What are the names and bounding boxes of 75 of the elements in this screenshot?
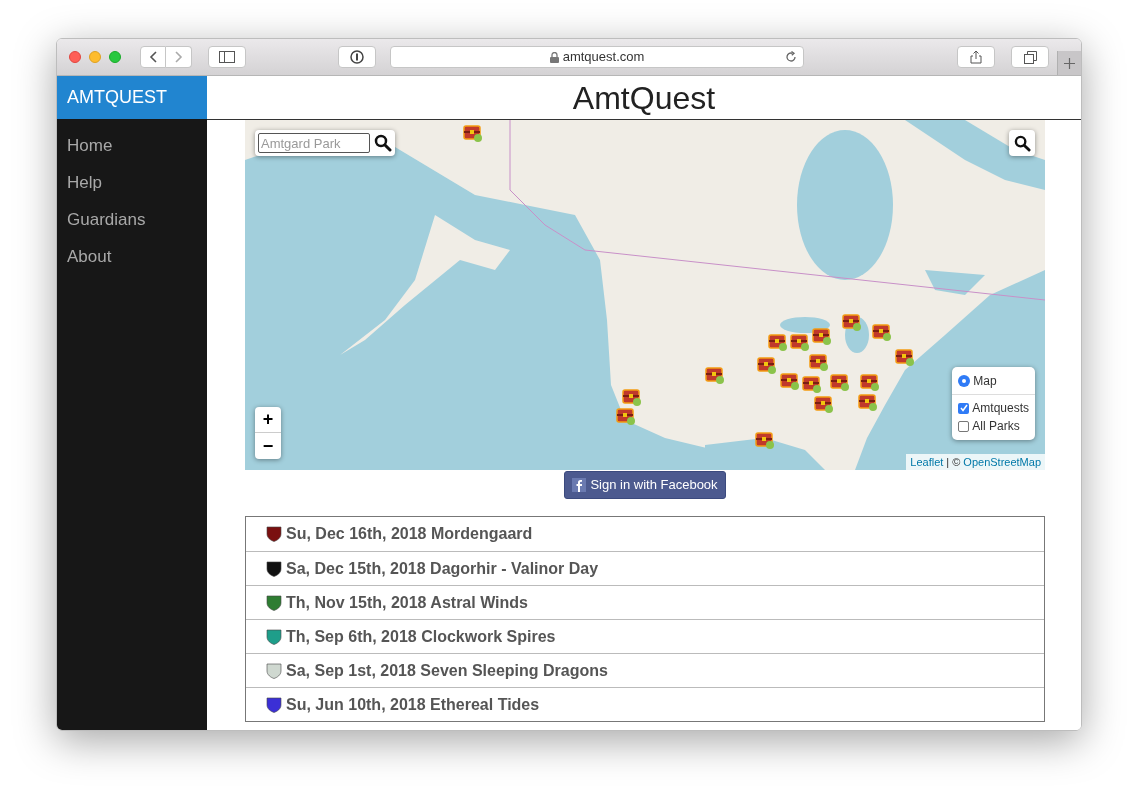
password-button[interactable] — [338, 46, 376, 68]
plus-icon — [1064, 57, 1075, 69]
chest-marker-icon[interactable] — [780, 373, 800, 391]
zoom-in-button[interactable]: + — [255, 407, 281, 433]
chest-marker-icon[interactable] — [872, 324, 892, 342]
search-button[interactable] — [1009, 130, 1035, 156]
overlay-checkbox[interactable]: Amtquests — [958, 399, 1029, 417]
chest-marker-icon[interactable] — [790, 334, 810, 352]
event-row[interactable]: Th, Nov 15th, 2018 Astral Winds — [246, 585, 1044, 619]
shield-icon — [266, 696, 282, 713]
chest-marker-icon[interactable] — [768, 334, 788, 352]
chest-marker-icon[interactable] — [802, 376, 822, 394]
shield-icon — [266, 628, 282, 645]
event-row[interactable]: Sa, Dec 15th, 2018 Dagorhir - Valinor Day — [246, 551, 1044, 585]
event-title: Sa, Sep 1st, 2018 Seven Sleeping Dragons — [286, 660, 608, 681]
chest-marker-icon[interactable] — [705, 367, 725, 385]
brand-link[interactable]: AMTQUEST — [57, 76, 207, 119]
nav-link[interactable]: Guardians — [57, 201, 207, 238]
shield-icon — [266, 662, 282, 679]
nav-link[interactable]: Help — [57, 164, 207, 201]
chest-marker-icon[interactable] — [842, 314, 862, 332]
event-row[interactable]: Su, Dec 16th, 2018 Mordengaard — [246, 517, 1044, 551]
tabs-button[interactable] — [1011, 46, 1049, 68]
search-icon[interactable] — [374, 134, 392, 152]
zoom-out-button[interactable]: − — [255, 433, 281, 459]
openstreetmap-link[interactable]: OpenStreetMap — [963, 453, 1041, 470]
chest-marker-icon[interactable] — [809, 354, 829, 372]
sidebar-icon — [219, 51, 235, 63]
chest-marker-icon[interactable] — [622, 389, 642, 407]
reload-icon[interactable] — [785, 51, 797, 63]
event-row[interactable]: Th, Sep 6th, 2018 Clockwork Spires — [246, 619, 1044, 653]
leaflet-link[interactable]: Leaflet — [910, 453, 944, 470]
lock-icon — [549, 51, 559, 63]
shield-icon — [266, 526, 282, 542]
event-title: Su, Jun 10th, 2018 Ethereal Tides — [286, 694, 540, 715]
nav-link[interactable]: About — [57, 238, 207, 275]
checkmark-icon — [959, 404, 968, 412]
event-row[interactable]: Su, Jun 10th, 2018 Ethereal Tides — [246, 687, 1044, 721]
map[interactable]: Amtgard Park + − Map Amtquests All Parks Leaflet | © OpenStreetMap — [245, 120, 1045, 470]
search-icon — [1013, 134, 1031, 152]
event-title: Su, Dec 16th, 2018 Mordengaard — [286, 524, 533, 544]
chest-marker-icon[interactable] — [860, 374, 880, 392]
nav-link[interactable]: Home — [57, 127, 207, 164]
chest-marker-icon[interactable] — [812, 328, 832, 346]
chest-marker-icon[interactable] — [755, 432, 775, 450]
event-title: Sa, Dec 15th, 2018 Dagorhir - Valinor Day — [286, 558, 599, 579]
chest-marker-icon[interactable] — [616, 408, 636, 426]
chevron-right-icon — [174, 51, 183, 63]
chevron-left-icon — [149, 51, 157, 63]
key-circle-icon — [350, 50, 364, 64]
url-text: amtquest.com — [562, 48, 645, 67]
chest-marker-icon[interactable] — [895, 349, 915, 367]
shield-icon — [266, 560, 282, 577]
close-window-button[interactable] — [69, 51, 81, 63]
share-icon — [970, 50, 982, 64]
tabs-icon — [1023, 50, 1037, 64]
attribution-text: | © — [946, 454, 961, 470]
chest-marker-icon[interactable] — [757, 357, 777, 375]
chest-marker-icon[interactable] — [463, 125, 483, 143]
facebook-icon — [572, 478, 587, 492]
sidebar-toggle-button[interactable] — [208, 46, 246, 68]
chest-marker-icon[interactable] — [814, 396, 834, 414]
event-row[interactable]: Sa, Sep 1st, 2018 Seven Sleeping Dragons — [246, 653, 1044, 687]
shield-icon — [266, 594, 282, 611]
chest-marker-icon[interactable] — [858, 394, 878, 412]
event-title: Th, Sep 6th, 2018 Clockwork Spires — [286, 626, 556, 647]
event-title: Th, Nov 15th, 2018 Astral Winds — [286, 592, 528, 613]
back-button[interactable] — [140, 46, 166, 68]
base-layer-option[interactable]: Map — [958, 372, 1029, 390]
overlay-checkbox[interactable]: All Parks — [958, 417, 1029, 435]
address-bar[interactable]: amtquest.com — [390, 46, 804, 68]
chest-marker-icon[interactable] — [830, 374, 850, 392]
park-search-field[interactable]: Amtgard Park — [258, 133, 370, 153]
new-tab-button[interactable] — [1057, 51, 1081, 75]
facebook-signin-button[interactable]: Sign in with Facebook — [564, 471, 726, 499]
